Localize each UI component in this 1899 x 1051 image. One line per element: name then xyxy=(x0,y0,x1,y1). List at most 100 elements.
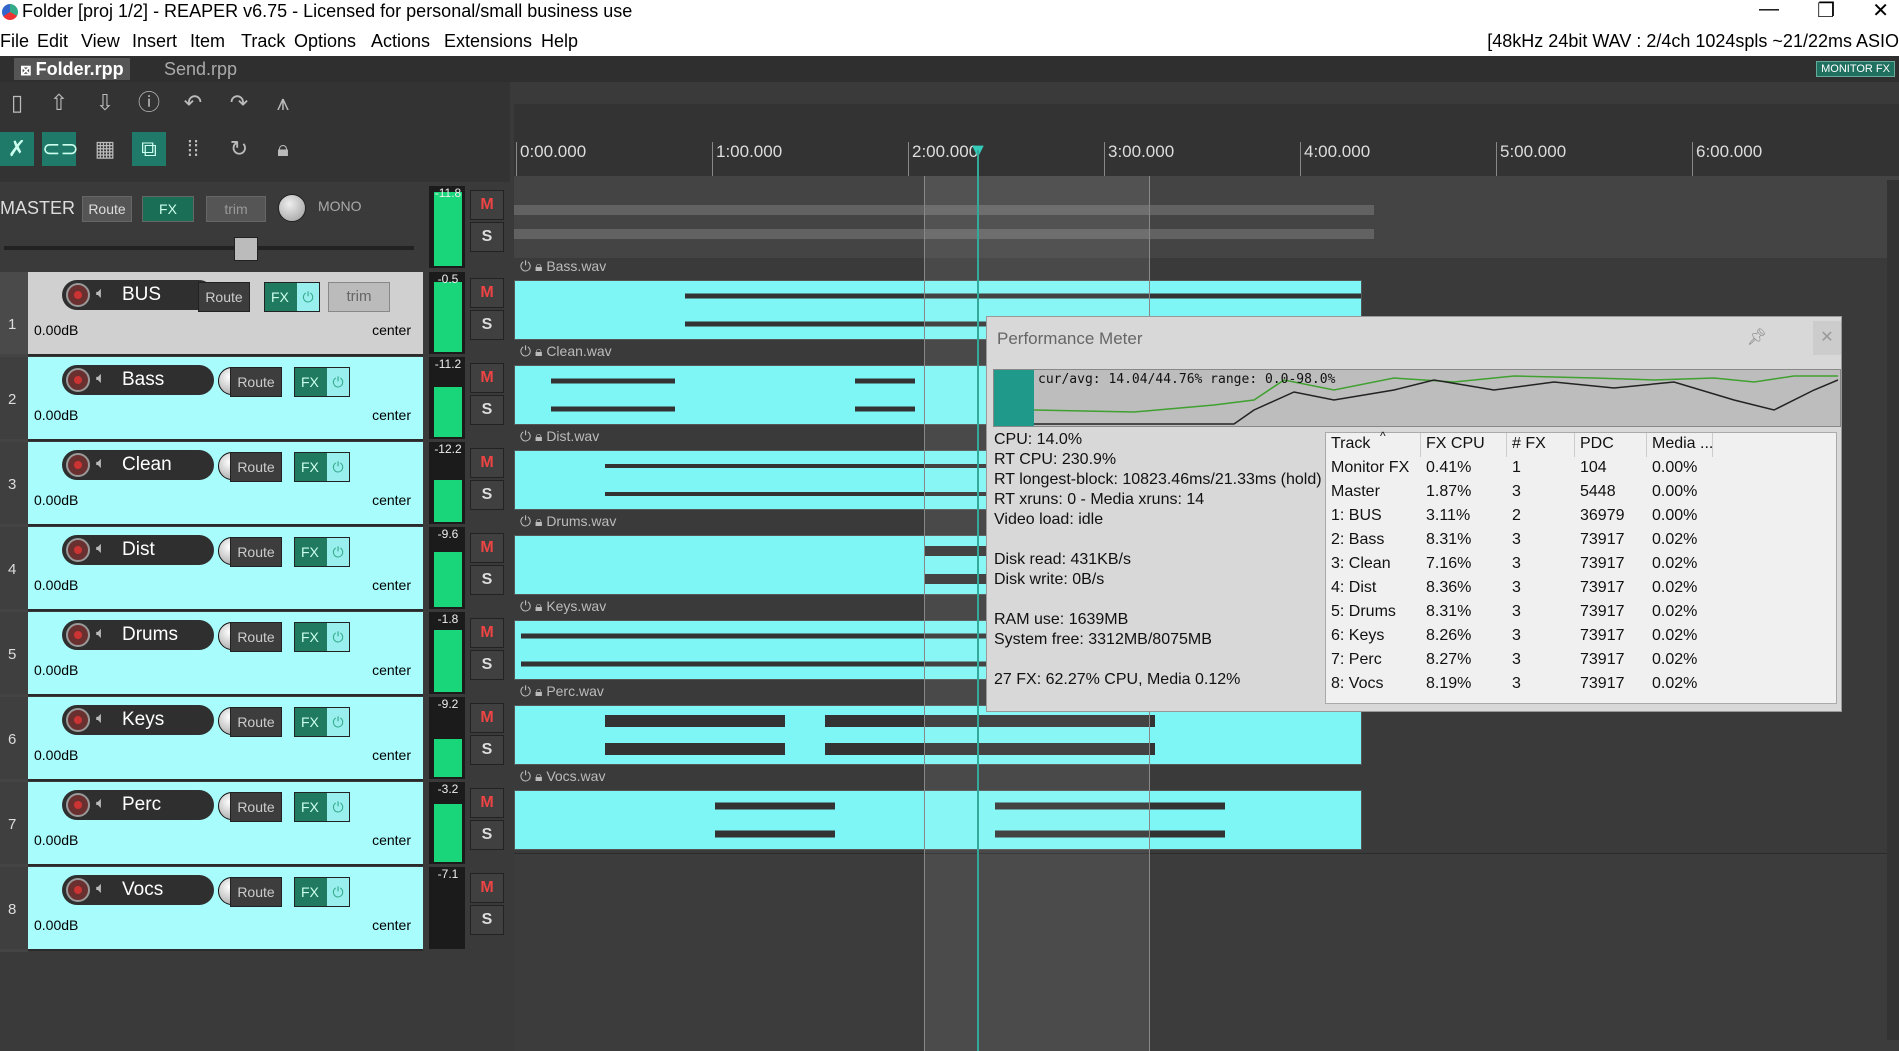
track-keys[interactable]: 🔈︎ Keys Route FX ⏻ 0.00dB center xyxy=(28,697,423,781)
track-drums[interactable]: 🔈︎ Drums Route FX ⏻ 0.00dB center xyxy=(28,612,423,696)
track-name[interactable]: Vocs xyxy=(122,879,163,901)
track-bass[interactable]: 🔈︎ Bass Route FX ⏻ 0.00dB center xyxy=(28,357,423,441)
trim-button[interactable]: trim xyxy=(328,282,390,312)
lock-icon[interactable]: ⏻ 🔒︎ xyxy=(520,258,546,274)
restore-button[interactable]: ❐ xyxy=(1817,0,1835,23)
track-name[interactable]: Perc xyxy=(122,794,161,816)
tab-folder[interactable]: ⊠ Folder.rpp xyxy=(14,58,130,80)
route-button[interactable]: Route xyxy=(230,367,282,397)
fx-button[interactable]: FX ⏻ xyxy=(294,707,350,737)
redo-icon[interactable]: ↷ xyxy=(222,86,256,120)
track-name[interactable]: Drums xyxy=(122,624,178,646)
item-grouping-icon[interactable]: ⊂⊃ xyxy=(42,132,79,166)
track-name[interactable]: Clean xyxy=(122,454,172,476)
track-vocs[interactable]: 🔈︎ Vocs Route FX ⏻ 0.00dB center xyxy=(28,867,423,951)
master-mute-button[interactable]: M xyxy=(470,190,504,220)
tab-send[interactable]: Send.rpp xyxy=(158,58,243,80)
fx-button[interactable]: FX ⏻ xyxy=(294,537,350,567)
solo-button[interactable]: S xyxy=(470,565,504,595)
fx-button[interactable]: FX ⏻ xyxy=(294,452,350,482)
lock-icon[interactable]: ⏻ 🔒︎ xyxy=(520,768,546,784)
mute-button[interactable]: M xyxy=(470,618,504,648)
metronome-icon[interactable]: ⩚ xyxy=(266,86,300,120)
speaker-icon[interactable]: 🔈︎ xyxy=(96,795,106,813)
minimize-button[interactable]: — xyxy=(1759,0,1779,21)
menu-extensions[interactable]: Extensions xyxy=(444,31,532,52)
project-info-icon[interactable]: ⓘ xyxy=(132,86,166,120)
speaker-icon[interactable]: 🔈︎ xyxy=(96,455,106,473)
close-button[interactable]: ✕ xyxy=(1872,0,1889,23)
mute-button[interactable]: M xyxy=(470,448,504,478)
close-icon[interactable]: ✕ xyxy=(1813,321,1841,355)
timeline-ruler[interactable]: 0:00.000 1:00.000 2:00.000 3:00.000 4:00… xyxy=(514,104,1899,176)
master-pan-handle[interactable] xyxy=(234,237,258,261)
lock-icon[interactable]: 🔒︎ xyxy=(266,132,300,166)
menu-file[interactable]: File xyxy=(0,31,29,52)
menu-view[interactable]: View xyxy=(81,31,120,52)
fx-button[interactable]: FX ⏻ xyxy=(294,792,350,822)
solo-button[interactable]: S xyxy=(470,735,504,765)
master-mono-button[interactable]: MONO xyxy=(318,198,362,214)
lock-icon[interactable]: ⏻ 🔒︎ xyxy=(520,513,546,529)
speaker-icon[interactable]: 🔈︎ xyxy=(96,540,106,558)
grid-lines-icon[interactable]: ⁞⁞ xyxy=(176,132,210,166)
vertical-scrollbar[interactable] xyxy=(1887,180,1899,1040)
audio-status[interactable]: [48kHz 24bit WAV : 2/4ch 1024spls ~21/22… xyxy=(1487,31,1899,52)
solo-button[interactable]: S xyxy=(470,820,504,850)
route-button[interactable]: Route xyxy=(230,877,282,907)
menu-help[interactable]: Help xyxy=(541,31,578,52)
open-project-icon[interactable]: ⇧ xyxy=(42,86,76,120)
mute-button[interactable]: M xyxy=(470,363,504,393)
route-button[interactable]: Route xyxy=(230,452,282,482)
save-project-icon[interactable]: ⇩ xyxy=(88,86,122,120)
lock-icon[interactable]: ⏻ 🔒︎ xyxy=(520,343,546,359)
speaker-icon[interactable]: 🔈︎ xyxy=(96,285,106,303)
route-button[interactable]: Route xyxy=(230,622,282,652)
master-track[interactable]: MASTER Route FX trim MONO -11.8 M S xyxy=(0,182,505,272)
master-solo-button[interactable]: S xyxy=(470,222,504,252)
track-name[interactable]: Dist xyxy=(122,539,155,561)
route-button[interactable]: Route xyxy=(198,282,250,312)
record-arm-button[interactable] xyxy=(66,283,90,307)
mute-button[interactable]: M xyxy=(470,533,504,563)
mute-button[interactable]: M xyxy=(470,703,504,733)
menu-item[interactable]: Item xyxy=(190,31,225,52)
lock-icon[interactable]: ⏻ 🔒︎ xyxy=(520,428,546,444)
track-bus[interactable]: 🔈︎ BUS Route FX ⏻ trim 0.00dB center xyxy=(28,272,423,356)
record-arm-button[interactable] xyxy=(66,878,90,902)
master-route-button[interactable]: Route xyxy=(82,196,132,222)
undo-icon[interactable]: ↶ xyxy=(176,86,210,120)
record-arm-button[interactable] xyxy=(66,538,90,562)
monitor-fx-button[interactable]: MONITOR FX xyxy=(1816,61,1895,77)
route-button[interactable]: Route xyxy=(230,537,282,567)
record-arm-button[interactable] xyxy=(66,793,90,817)
loop-icon[interactable]: ↻ xyxy=(222,132,256,166)
speaker-icon[interactable]: 🔈︎ xyxy=(96,710,106,728)
master-volume-knob[interactable] xyxy=(278,194,306,222)
record-arm-button[interactable] xyxy=(66,453,90,477)
close-tab-icon[interactable]: ⊠ xyxy=(20,62,36,78)
track-lane[interactable] xyxy=(514,176,1899,259)
fx-button[interactable]: FX ⏻ xyxy=(294,877,350,907)
master-pan-slider[interactable] xyxy=(4,246,414,250)
solo-button[interactable]: S xyxy=(470,480,504,510)
master-fx-button[interactable]: FX xyxy=(142,196,194,222)
track-name[interactable]: Bass xyxy=(122,369,164,391)
col-header-fx-cpu[interactable]: FX CPU xyxy=(1426,435,1485,453)
mute-button[interactable]: M xyxy=(470,788,504,818)
track-perc[interactable]: 🔈︎ Perc Route FX ⏻ 0.00dB center xyxy=(28,782,423,866)
lock-icon[interactable]: ⏻ 🔒︎ xyxy=(520,598,546,614)
new-project-icon[interactable]: ▯ xyxy=(0,86,34,120)
fx-button[interactable]: FX ⏻ xyxy=(264,282,320,312)
route-button[interactable]: Route xyxy=(230,707,282,737)
ripple-edit-icon[interactable]: ✗ xyxy=(0,132,34,166)
solo-button[interactable]: S xyxy=(470,650,504,680)
edit-cursor[interactable] xyxy=(977,150,979,1051)
col-header-num-fx[interactable]: # FX xyxy=(1512,435,1546,453)
record-arm-button[interactable] xyxy=(66,368,90,392)
solo-button[interactable]: S xyxy=(470,395,504,425)
menu-actions[interactable]: Actions xyxy=(371,31,430,52)
lock-icon[interactable]: ⏻ 🔒︎ xyxy=(520,683,546,699)
grid-icon[interactable]: ▦ xyxy=(88,132,122,166)
col-header-track[interactable]: Track xyxy=(1331,435,1370,453)
